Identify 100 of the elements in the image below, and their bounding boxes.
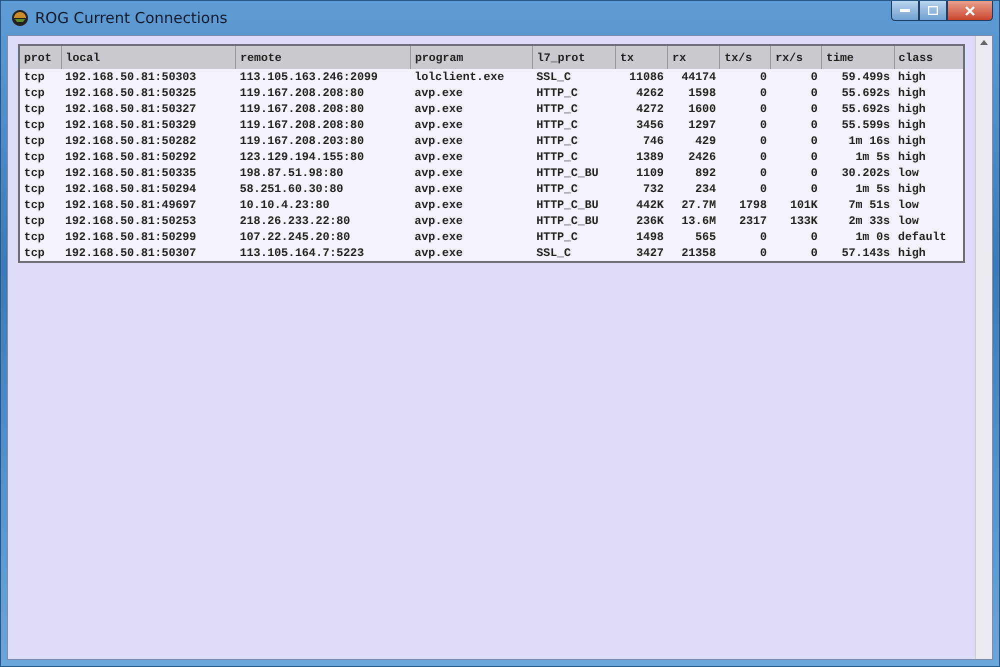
table-cell: 107.22.245.20:80	[236, 229, 410, 245]
table-cell: 30.202s	[822, 165, 894, 181]
table-cell: 119.167.208.208:80	[236, 101, 410, 117]
table-cell: 3456	[616, 117, 668, 133]
close-icon	[965, 6, 975, 16]
table-cell: high	[894, 101, 964, 117]
table-cell: 11086	[616, 69, 668, 85]
table-cell: 21358	[668, 245, 720, 262]
table-cell: high	[894, 181, 964, 197]
table-cell: 429	[668, 133, 720, 149]
table-cell: avp.exe	[410, 245, 532, 262]
table-cell: 192.168.50.81:50329	[61, 117, 236, 133]
table-cell: high	[894, 69, 964, 85]
table-cell: 13.6M	[668, 213, 720, 229]
table-cell: 0	[720, 69, 771, 85]
table-cell: SSL_C	[532, 245, 616, 262]
table-cell: 192.168.50.81:50303	[61, 69, 236, 85]
table-cell: 565	[668, 229, 720, 245]
column-header[interactable]: rx/s	[770, 45, 822, 69]
table-cell: 55.599s	[822, 117, 894, 133]
table-cell: 234	[668, 181, 720, 197]
table-cell: 0	[720, 181, 771, 197]
table-cell: avp.exe	[410, 149, 532, 165]
table-cell: 192.168.50.81:50292	[61, 149, 236, 165]
table-cell: avp.exe	[410, 181, 532, 197]
table-cell: avp.exe	[410, 165, 532, 181]
table-cell: 7m 51s	[822, 197, 894, 213]
scroll-up-icon[interactable]	[980, 40, 988, 45]
column-header[interactable]: tx	[616, 45, 668, 69]
table-cell: 1798	[720, 197, 771, 213]
table-cell: HTTP_C	[532, 149, 616, 165]
table-cell: 1m 16s	[822, 133, 894, 149]
column-header[interactable]: class	[894, 45, 964, 69]
table-cell: 0	[770, 229, 822, 245]
table-cell: avp.exe	[410, 117, 532, 133]
table-cell: 192.168.50.81:49697	[61, 197, 236, 213]
table-cell: tcp	[19, 165, 62, 181]
scrollbar[interactable]	[975, 36, 992, 659]
table-cell: avp.exe	[410, 101, 532, 117]
table-cell: high	[894, 85, 964, 101]
table-cell: 2m 33s	[822, 213, 894, 229]
maximize-icon	[928, 6, 938, 15]
table-cell: 119.167.208.203:80	[236, 133, 410, 149]
table-cell: 1297	[668, 117, 720, 133]
table-cell: 57.143s	[822, 245, 894, 262]
column-header[interactable]: prot	[19, 45, 62, 69]
minimize-button[interactable]	[891, 1, 919, 21]
table-cell: HTTP_C_BU	[532, 197, 616, 213]
table-cell: avp.exe	[410, 85, 532, 101]
table-cell: 218.26.233.22:80	[236, 213, 410, 229]
column-header[interactable]: time	[822, 45, 894, 69]
table-cell: HTTP_C	[532, 181, 616, 197]
column-header[interactable]: rx	[668, 45, 720, 69]
table-cell: 0	[770, 85, 822, 101]
table-cell: high	[894, 133, 964, 149]
table-cell: 0	[770, 245, 822, 262]
table-cell: 0	[720, 229, 771, 245]
table-cell: default	[894, 229, 964, 245]
table-cell: 0	[770, 149, 822, 165]
table-cell: 119.167.208.208:80	[236, 85, 410, 101]
table-cell: 0	[720, 165, 771, 181]
table-cell: 0	[770, 181, 822, 197]
table-cell: 0	[720, 133, 771, 149]
table-cell: 27.7M	[668, 197, 720, 213]
table-cell: 113.105.164.7:5223	[236, 245, 410, 262]
table-cell: 0	[770, 101, 822, 117]
column-header[interactable]: tx/s	[720, 45, 771, 69]
table-cell: 55.692s	[822, 101, 894, 117]
table-cell: 1600	[668, 101, 720, 117]
table-cell: 1m 5s	[822, 149, 894, 165]
column-header[interactable]: program	[410, 45, 532, 69]
column-header[interactable]: local	[61, 45, 236, 69]
table-cell: avp.exe	[410, 133, 532, 149]
table-cell: 0	[770, 69, 822, 85]
table-cell: 732	[616, 181, 668, 197]
table-cell: 192.168.50.81:50299	[61, 229, 236, 245]
table-cell: 101K	[770, 197, 822, 213]
table-cell: tcp	[19, 133, 62, 149]
table-cell: 1389	[616, 149, 668, 165]
table-cell: tcp	[19, 85, 62, 101]
column-header[interactable]: remote	[236, 45, 410, 69]
table-cell: 192.168.50.81:50253	[61, 213, 236, 229]
table-cell: 59.499s	[822, 69, 894, 85]
table-cell: avp.exe	[410, 213, 532, 229]
table-cell: avp.exe	[410, 197, 532, 213]
table-cell: 192.168.50.81:50327	[61, 101, 236, 117]
table-cell: low	[894, 197, 964, 213]
table-cell: tcp	[19, 213, 62, 229]
table-cell: HTTP_C_BU	[532, 165, 616, 181]
table-cell: 0	[770, 133, 822, 149]
table-cell: 4272	[616, 101, 668, 117]
close-button[interactable]	[947, 1, 993, 21]
table-cell: tcp	[19, 245, 62, 262]
table-cell: tcp	[19, 101, 62, 117]
table-cell: 1m 0s	[822, 229, 894, 245]
table-cell: tcp	[19, 181, 62, 197]
table-cell: 192.168.50.81:50282	[61, 133, 236, 149]
table-cell: 192.168.50.81:50307	[61, 245, 236, 262]
maximize-button[interactable]	[919, 1, 947, 21]
column-header[interactable]: l7_prot	[532, 45, 616, 69]
